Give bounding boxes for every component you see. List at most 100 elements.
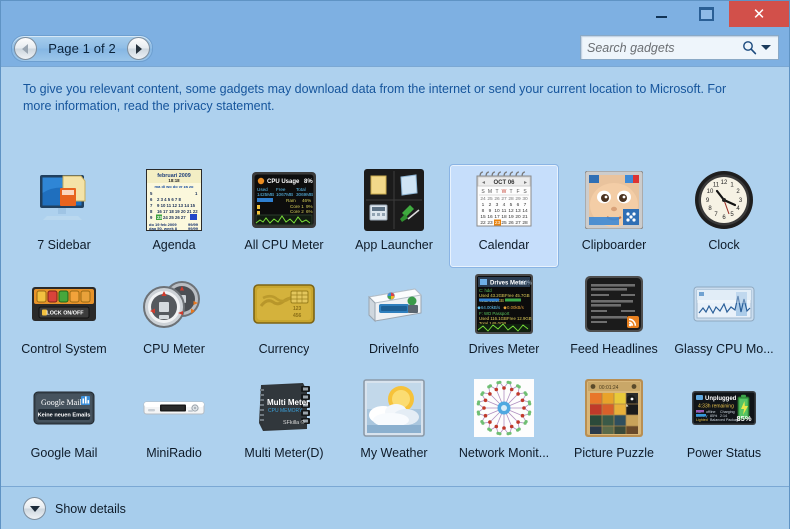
gadget-label: 7 Sidebar [37, 238, 91, 252]
svg-text:dag 50, week 8: dag 50, week 8 [149, 226, 178, 231]
svg-text:8%: 8% [304, 179, 313, 185]
svg-text:11: 11 [502, 208, 507, 214]
svg-text:00:01:24: 00:01:24 [599, 385, 619, 391]
footer: Show details [1, 486, 789, 529]
search-input[interactable]: Search gadgets [581, 41, 742, 55]
gadget-item[interactable]: MiniRadio [119, 372, 229, 476]
gadget-label: MiniRadio [146, 446, 202, 460]
svg-text:26: 26 [508, 220, 514, 226]
gadget-item[interactable]: Feed Headlines [559, 268, 669, 372]
gadget-item[interactable]: My Weather [339, 372, 449, 476]
gadget-item[interactable]: Network Monit... [449, 372, 559, 476]
search-icon[interactable] [742, 40, 757, 55]
svg-text:Balanced Package: Balanced Package [710, 418, 740, 422]
gadget-label: Control System [21, 342, 106, 356]
currency-gold-card-icon: 123456 [252, 272, 316, 336]
gadget-item[interactable]: 00:01:24 [559, 372, 669, 476]
google-mail-icon: Google Mail Keine neuen Emails [32, 376, 96, 440]
gadget-label: Drives Meter [469, 342, 540, 356]
all-cpu-meter-icon: CPU Usage 8% UsedFreeTotal 1425MB1067MB3… [252, 168, 316, 232]
svg-text:ma di wo do vr za zo: ma di wo do vr za zo [155, 184, 194, 189]
svg-text:456: 456 [293, 313, 302, 319]
svg-text:14: 14 [522, 208, 528, 214]
svg-text:Core 2: Core 2 [290, 209, 304, 214]
cpu-meter-gauge-icon [142, 272, 206, 336]
gadget-item[interactable]: OCT 06 ◂ ▸ SMT WTFS 24252627282930 12345… [449, 164, 559, 268]
gadget-item[interactable]: Multi Meter CPU MEMORY SFkilla © Multi M… [229, 372, 339, 476]
svg-text:23: 23 [495, 220, 501, 226]
svg-text:46%: 46% [302, 198, 311, 203]
svg-text:23: 23 [157, 215, 162, 220]
svg-text:6: 6 [517, 202, 520, 208]
svg-text:Free 12.9GB: Free 12.9GB [507, 316, 532, 321]
minimize-button[interactable] [639, 1, 684, 26]
maximize-button[interactable] [684, 1, 729, 26]
gadget-item[interactable]: CPU Usage 8% UsedFreeTotal 1425MB1067MB3… [229, 164, 339, 268]
svg-text:CPU MEMORY: CPU MEMORY [268, 408, 303, 414]
agenda-calendar-icon: februari 2009 18:18 ma di wo do vr za zo… [142, 168, 206, 232]
svg-text:Keine neuen Emails: Keine neuen Emails [38, 413, 91, 419]
svg-text:25: 25 [487, 196, 493, 202]
show-details-button[interactable]: Show details [23, 497, 126, 520]
gadget-item[interactable]: 1212 345 678 91011 Clock [669, 164, 779, 268]
gadget-label: App Launcher [355, 238, 433, 252]
gadget-grid: 7 Sidebar februari 2009 18:18 ma di wo d… [9, 164, 781, 476]
gadget-item[interactable]: Drives Meter 100% C: hdd Used 43.2GBFree… [449, 268, 559, 372]
svg-text:T: T [495, 189, 498, 195]
svg-text:19: 19 [508, 214, 514, 220]
svg-text:26: 26 [494, 196, 500, 202]
svg-text:12: 12 [721, 180, 728, 186]
svg-text:▸: ▸ [524, 180, 527, 186]
privacy-notice: To give you relevant content, some gadge… [23, 81, 745, 115]
svg-text:W: W [502, 189, 507, 195]
svg-text:17: 17 [494, 214, 500, 220]
gadget-item[interactable]: DriveInfo [339, 268, 449, 372]
svg-text:25: 25 [501, 220, 507, 226]
svg-text:30: 30 [522, 196, 528, 202]
svg-text:9 10 11 12 13 14 15: 9 10 11 12 13 14 15 [157, 203, 196, 208]
gadget-gallery-window: ✕ Page 1 of 2 Search gadgets To give you… [0, 0, 790, 529]
gadget-label: Power Status [687, 446, 761, 460]
gadget-item[interactable]: Clipboarder [559, 164, 669, 268]
next-page-button[interactable] [127, 37, 150, 60]
chevron-right-icon [136, 44, 142, 54]
minimize-icon [656, 16, 667, 18]
svg-text:123: 123 [293, 306, 302, 312]
search-dropdown-icon[interactable] [761, 45, 771, 50]
gadget-item[interactable]: CPU Meter [119, 268, 229, 372]
svg-text:16: 16 [487, 214, 493, 220]
svg-text:Multi Meter: Multi Meter [267, 398, 309, 407]
gadget-item[interactable]: februari 2009 18:18 ma di wo do vr za zo… [119, 164, 229, 268]
svg-text:64.00kB/s: 64.00kB/s [481, 305, 500, 310]
svg-text:85%: 85% [736, 414, 751, 423]
drives-meter-icon: Drives Meter 100% C: hdd Used 43.2GBFree… [472, 272, 536, 336]
app-launcher-icon [362, 168, 426, 232]
gadget-item[interactable]: Glassy CPU Mo... [669, 268, 779, 372]
gadget-label: Glassy CPU Mo... [674, 342, 773, 356]
gadget-item[interactable]: Google Mail Keine neuen Emails Google Ma… [9, 372, 119, 476]
gadget-item[interactable]: Unplugged 4:33h remaining ACofflineCharg… [669, 372, 779, 476]
svg-text:99/99: 99/99 [188, 226, 199, 231]
gadget-label: CPU Meter [143, 342, 205, 356]
svg-text:15: 15 [480, 214, 486, 220]
svg-text:2 3 4 5 6 7 8: 2 3 4 5 6 7 8 [157, 197, 182, 202]
gadget-item[interactable]: 7 Sidebar [9, 164, 119, 268]
svg-text:22: 22 [480, 220, 486, 226]
svg-text:18:18: 18:18 [168, 178, 180, 183]
sidebar-monitor-icon [32, 168, 96, 232]
gadget-item[interactable]: 123456 Currency [229, 268, 339, 372]
gadget-item[interactable]: App Launcher [339, 164, 449, 268]
show-details-toggle[interactable] [23, 497, 46, 520]
svg-text:1067MB: 1067MB [276, 192, 293, 197]
svg-text:24 25 26 27: 24 25 26 27 [163, 215, 186, 220]
gadget-item[interactable]: LOCK ON/OFF Control System [9, 268, 119, 372]
svg-text:18: 18 [501, 214, 507, 220]
control-system-icon: LOCK ON/OFF [32, 272, 96, 336]
chevron-down-icon [30, 506, 40, 512]
glassy-cpu-monitor-icon [692, 272, 756, 336]
close-button[interactable]: ✕ [729, 1, 789, 27]
maximize-icon [699, 7, 714, 21]
previous-page-button[interactable] [14, 37, 37, 60]
gadget-label: Feed Headlines [570, 342, 658, 356]
search-box[interactable]: Search gadgets [580, 35, 779, 60]
